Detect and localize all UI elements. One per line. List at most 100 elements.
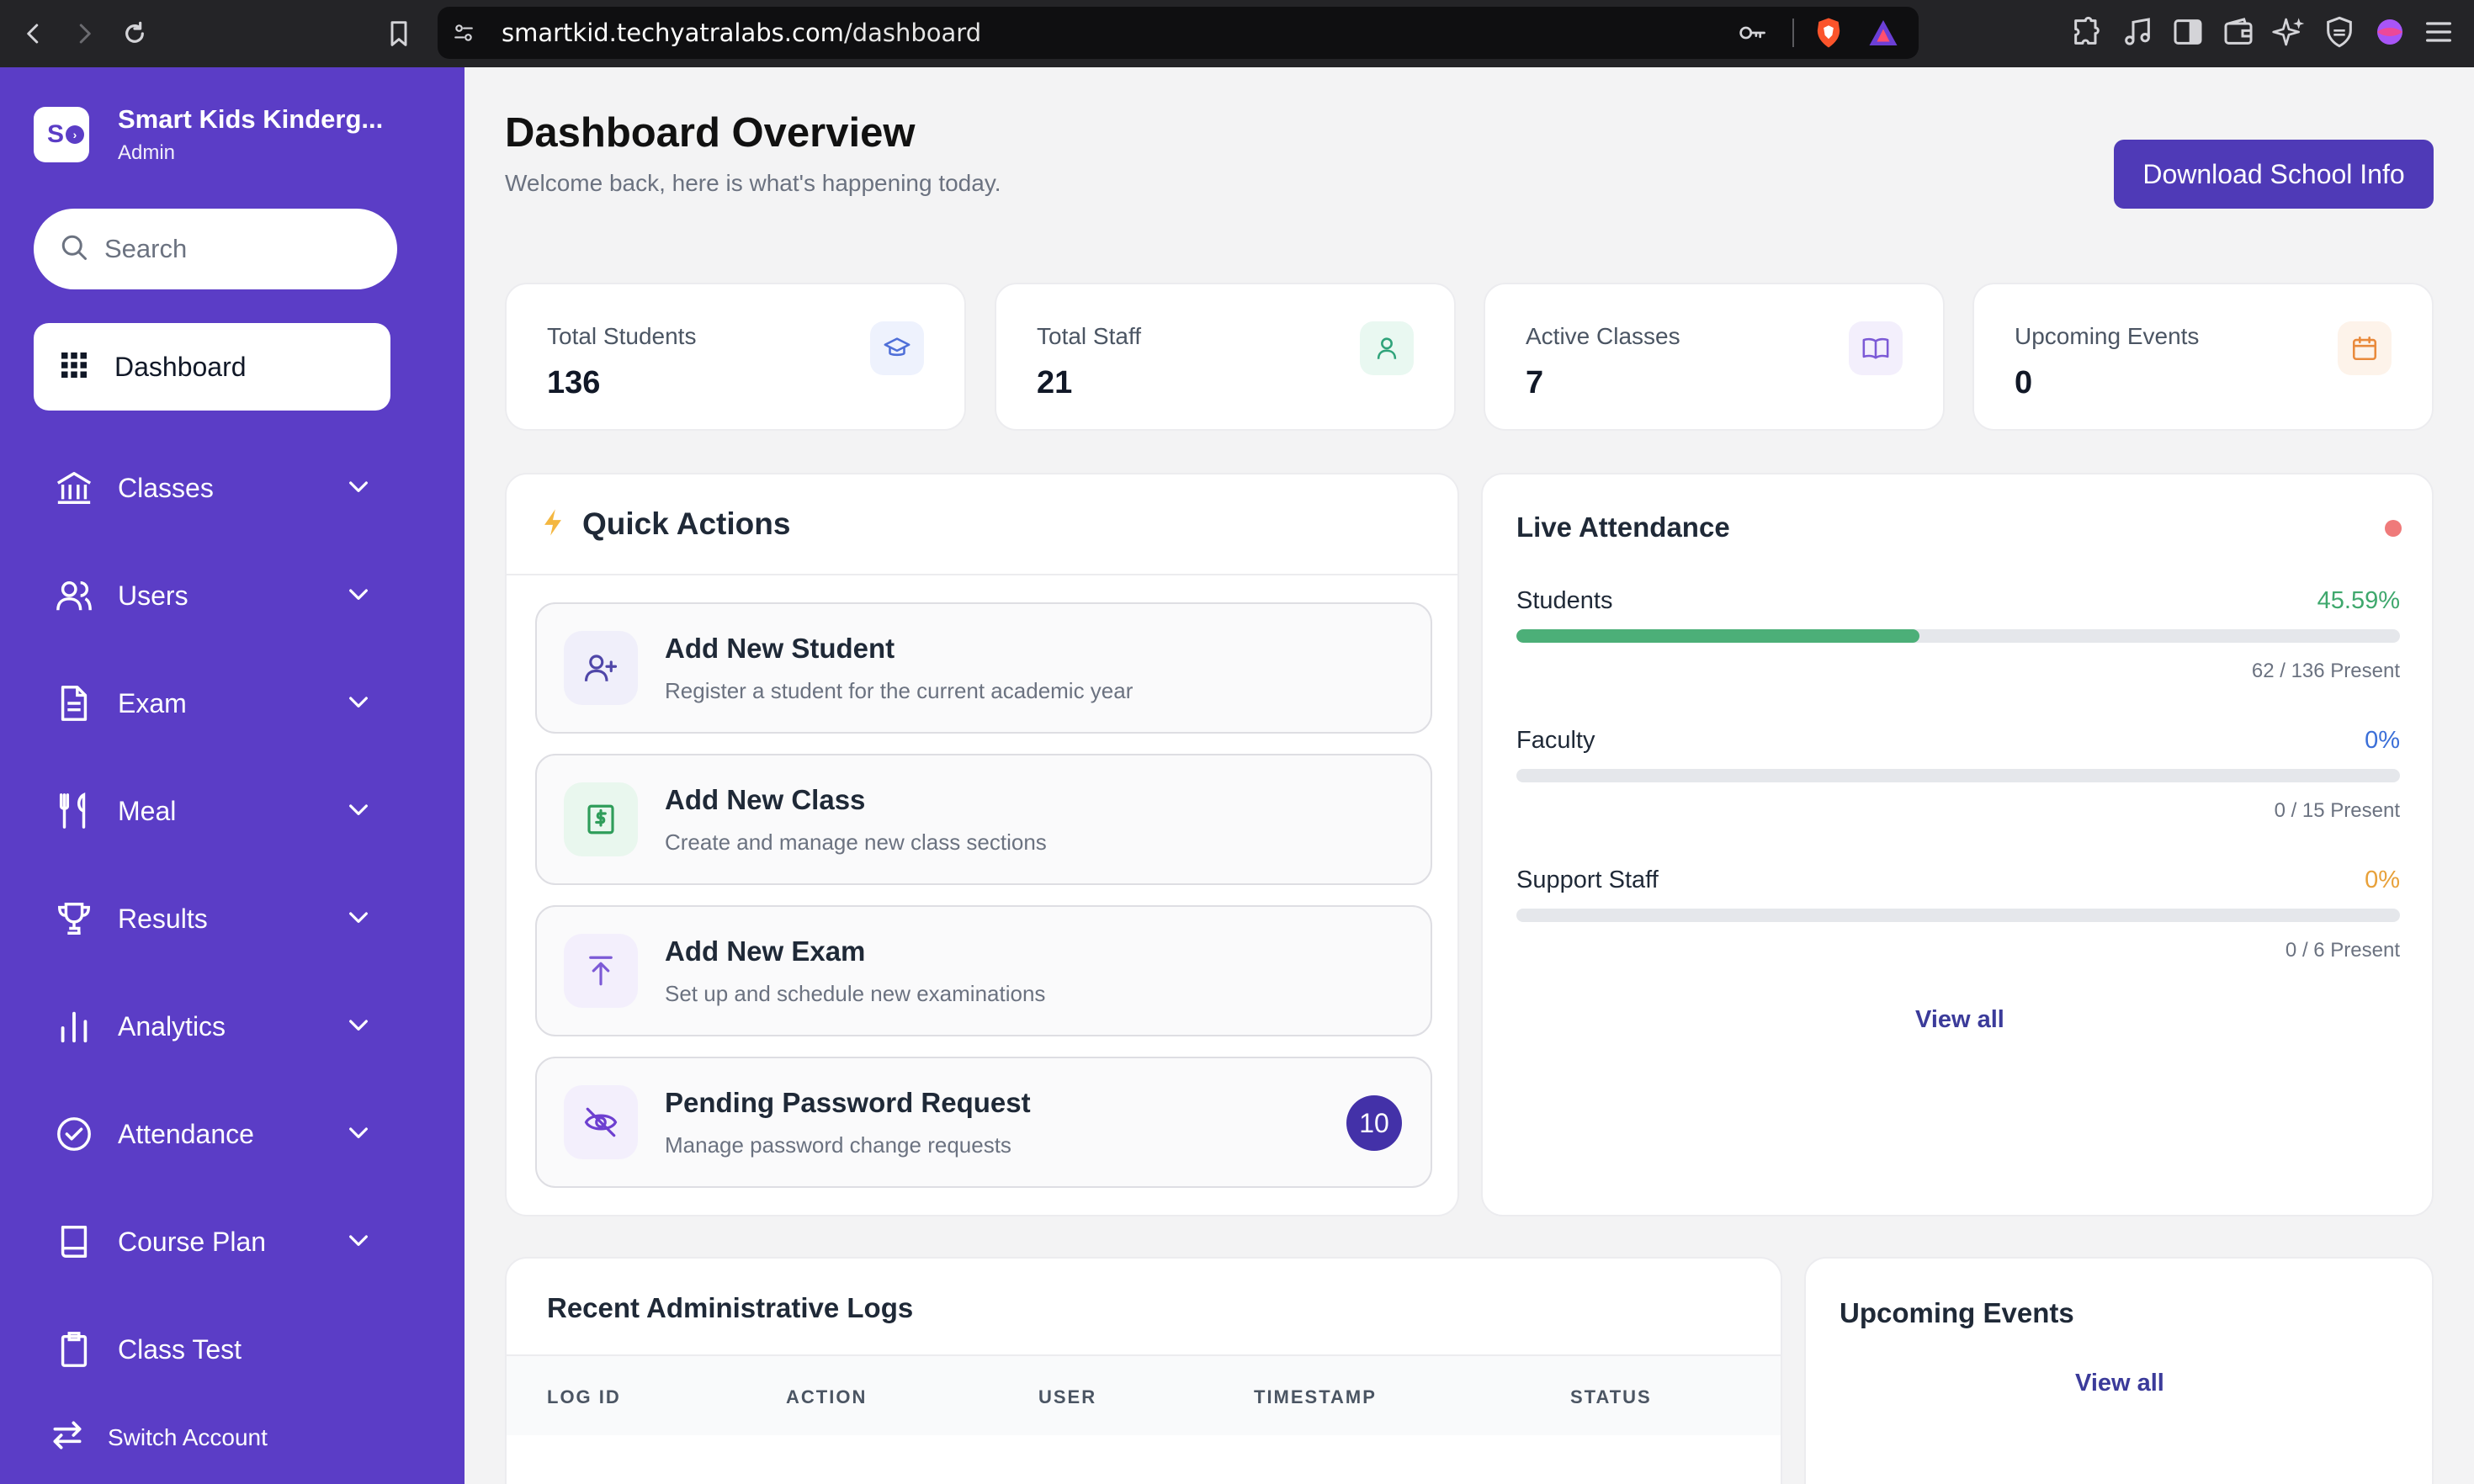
wallet-icon[interactable] xyxy=(2222,15,2255,49)
action-description: Set up and schedule new examinations xyxy=(665,981,1046,1006)
sidebar-search[interactable] xyxy=(34,209,397,289)
divider xyxy=(1792,19,1794,47)
action-title: Add New Student xyxy=(665,633,895,664)
vpn-shield-icon[interactable] xyxy=(2323,15,2356,49)
school-logo: S › xyxy=(34,107,89,162)
brand-initial: S xyxy=(46,120,64,148)
document-icon xyxy=(52,684,96,723)
stat-card-active-classes[interactable]: Active Classes 7 xyxy=(1484,283,1945,431)
stat-label: Upcoming Events xyxy=(2015,323,2200,349)
pending-password-request-action[interactable]: Pending Password Request Manage password… xyxy=(535,1057,1432,1188)
sidebar-item-analytics[interactable]: Analytics xyxy=(52,1001,372,1052)
upload-arrow-icon xyxy=(564,934,638,1008)
sidebar-item-label: Dashboard xyxy=(114,351,247,382)
person-icon xyxy=(1360,321,1414,375)
sidebar-item-class-test[interactable]: Class Test xyxy=(52,1324,372,1375)
user-role: Admin xyxy=(118,141,176,164)
building-columns-icon xyxy=(52,469,96,507)
stat-label: Total Students xyxy=(547,323,697,349)
stat-value: 7 xyxy=(1526,365,1544,400)
stat-card-upcoming-events[interactable]: Upcoming Events 0 xyxy=(1972,283,2434,431)
swap-arrows-icon xyxy=(49,1417,86,1458)
action-description: Manage password change requests xyxy=(665,1132,1011,1158)
attendance-progress-bar xyxy=(1516,769,2400,782)
eye-off-icon xyxy=(564,1085,638,1159)
upcoming-events-panel: Upcoming Events View all xyxy=(1804,1257,2434,1484)
profile-icon[interactable] xyxy=(2373,15,2407,49)
chevron-down-icon xyxy=(345,473,372,504)
add-new-class-action[interactable]: Add New Class Create and manage new clas… xyxy=(535,754,1432,885)
clipboard-icon xyxy=(52,1330,96,1369)
sidebar-item-exam[interactable]: Exam xyxy=(52,678,372,729)
address-bar[interactable]: smartkid.techyatralabs.com/dashboard xyxy=(438,7,1919,59)
sidebar-item-users[interactable]: Users xyxy=(52,570,372,621)
stat-card-total-staff[interactable]: Total Staff 21 xyxy=(995,283,1456,431)
sparkle-icon[interactable] xyxy=(2272,15,2306,49)
key-icon[interactable] xyxy=(1738,20,1766,45)
forward-icon[interactable] xyxy=(66,15,103,52)
action-title: Add New Class xyxy=(665,784,866,815)
sidebar: S › Smart Kids Kinderg... Admin Dashboar… xyxy=(0,67,465,1484)
brave-shield-icon[interactable] xyxy=(1813,17,1844,49)
download-school-info-button[interactable]: Download School Info xyxy=(2114,140,2434,209)
events-view-all-link[interactable]: View all xyxy=(2075,1370,2164,1397)
sidebar-item-dashboard[interactable]: Dashboard xyxy=(34,323,390,411)
column-header-status: STATUS xyxy=(1570,1386,1652,1407)
music-icon[interactable] xyxy=(2121,15,2154,49)
switch-account-button[interactable]: Switch Account xyxy=(49,1417,268,1458)
chevron-down-icon xyxy=(345,688,372,719)
sidebar-toggle-icon[interactable] xyxy=(2171,15,2205,49)
attendance-percent: 45.59% xyxy=(2317,587,2400,614)
brand[interactable]: S › Smart Kids Kinderg... Admin xyxy=(34,104,383,165)
attendance-progress-bar xyxy=(1516,629,2400,643)
sidebar-item-label: Classes xyxy=(118,472,214,503)
sidebar-item-meal[interactable]: Meal xyxy=(52,786,372,836)
upcoming-events-title: Upcoming Events xyxy=(1840,1297,2074,1328)
action-description: Register a student for the current acade… xyxy=(665,678,1133,703)
column-header-user: USER xyxy=(1038,1386,1097,1407)
sidebar-item-results[interactable]: Results xyxy=(52,893,372,944)
attendance-progress-fill xyxy=(1516,629,1919,643)
stat-label: Active Classes xyxy=(1526,323,1680,349)
menu-icon[interactable] xyxy=(2422,15,2455,49)
extensions-icon[interactable] xyxy=(2070,15,2104,49)
bookmark-icon[interactable] xyxy=(380,15,417,52)
action-title: Pending Password Request xyxy=(665,1087,1031,1118)
url-text[interactable]: smartkid.techyatralabs.com/dashboard xyxy=(502,7,981,59)
sidebar-item-label: Exam xyxy=(118,687,187,718)
switch-account-label: Switch Account xyxy=(108,1423,268,1450)
book-icon xyxy=(52,1222,96,1261)
rewards-icon[interactable] xyxy=(1868,19,1898,47)
stat-card-total-students[interactable]: Total Students 136 xyxy=(505,283,966,431)
sidebar-item-label: Attendance xyxy=(118,1118,254,1149)
sidebar-item-classes[interactable]: Classes xyxy=(52,463,372,513)
pending-count-badge: 10 xyxy=(1346,1095,1402,1151)
fork-knife-icon xyxy=(52,792,96,830)
search-input[interactable] xyxy=(104,234,374,264)
quick-actions-title: Quick Actions xyxy=(582,506,791,541)
reload-icon[interactable] xyxy=(116,15,153,52)
page-title: Dashboard Overview xyxy=(505,110,916,156)
attendance-view-all-link[interactable]: View all xyxy=(1915,1006,2004,1034)
sidebar-item-label: Users xyxy=(118,580,188,611)
add-new-student-action[interactable]: Add New Student Register a student for t… xyxy=(535,602,1432,734)
attendance-percent: 0% xyxy=(2365,867,2400,893)
attendance-label: Support Staff xyxy=(1516,867,1659,893)
attendance-label: Faculty xyxy=(1516,727,1595,754)
url-path: /dashboard xyxy=(843,19,982,47)
sidebar-item-attendance[interactable]: Attendance xyxy=(52,1109,372,1159)
users-icon xyxy=(52,576,96,615)
browser-toolbar: smartkid.techyatralabs.com/dashboard xyxy=(0,0,2474,67)
site-settings-icon[interactable] xyxy=(453,22,475,44)
collapse-arrow-icon: › xyxy=(66,125,84,144)
search-icon xyxy=(59,232,89,267)
quick-actions-panel: Quick Actions Add New Student Register a… xyxy=(505,473,1459,1216)
attendance-progress-bar xyxy=(1516,909,2400,922)
sidebar-item-label: Results xyxy=(118,903,208,934)
chevron-down-icon xyxy=(345,1119,372,1150)
back-icon[interactable] xyxy=(15,15,52,52)
user-plus-icon xyxy=(564,631,638,705)
sidebar-item-course-plan[interactable]: Course Plan xyxy=(52,1216,372,1267)
add-new-exam-action[interactable]: Add New Exam Set up and schedule new exa… xyxy=(535,905,1432,1036)
sidebar-item-label: Analytics xyxy=(118,1010,226,1041)
